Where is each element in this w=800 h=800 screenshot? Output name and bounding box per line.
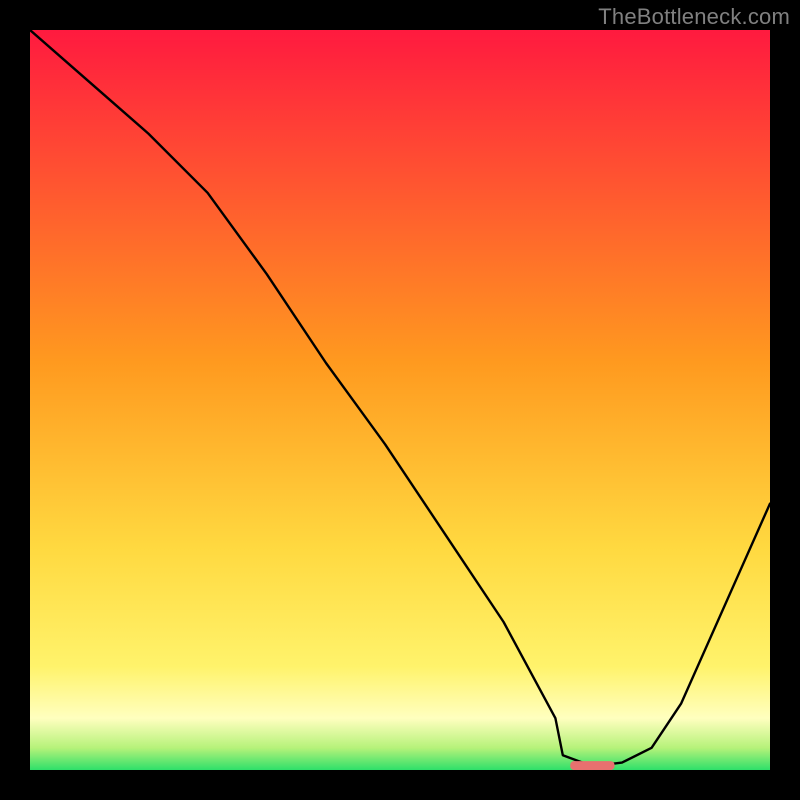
optimum-marker xyxy=(570,761,614,770)
watermark-text: TheBottleneck.com xyxy=(598,4,790,30)
heat-background xyxy=(30,30,770,770)
chart-frame xyxy=(30,30,770,770)
bottleneck-chart xyxy=(30,30,770,770)
